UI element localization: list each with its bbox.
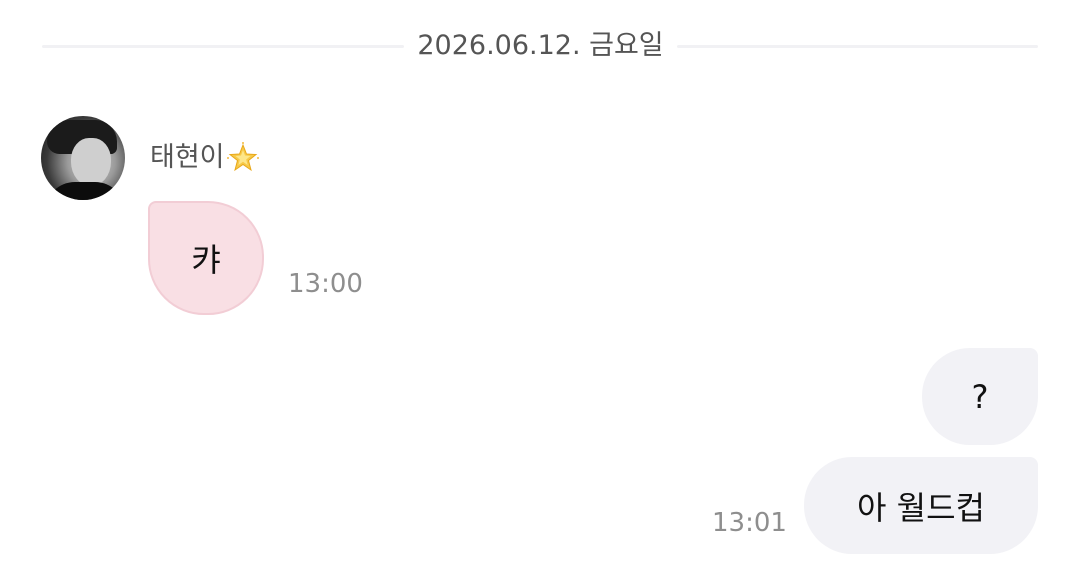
message-text: 아 월드컵: [857, 488, 985, 527]
glowing-star-icon: [226, 142, 259, 174]
outgoing-message-bubble[interactable]: 아 월드컵: [804, 457, 1038, 554]
message-text: 캬: [191, 241, 221, 279]
sender-name-label: 태현이: [150, 142, 225, 173]
date-label: 2026.06.12. 금요일: [417, 30, 664, 61]
avatar[interactable]: [41, 116, 125, 200]
incoming-message-bubble[interactable]: 캬: [148, 201, 264, 315]
message-text: ?: [971, 377, 989, 416]
sender-name: 태현이: [150, 140, 259, 176]
divider-line-left: [42, 45, 404, 48]
message-time: 13:01: [712, 508, 787, 538]
message-time: 13:00: [288, 269, 363, 299]
date-divider: 2026.06.12. 금요일: [0, 26, 1079, 66]
outgoing-message-bubble[interactable]: ?: [922, 348, 1038, 445]
divider-line-right: [677, 45, 1038, 48]
